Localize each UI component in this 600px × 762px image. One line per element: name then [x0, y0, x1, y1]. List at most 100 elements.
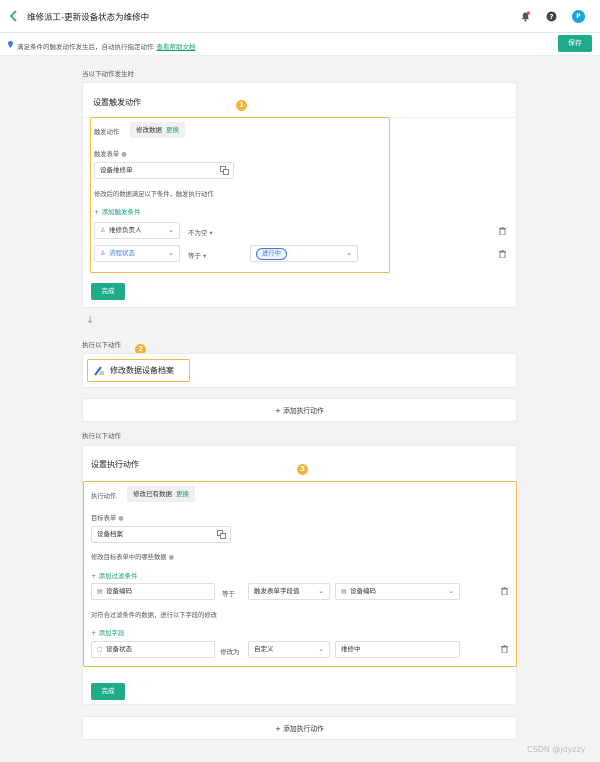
chevron-down-icon: ⌄	[346, 249, 352, 257]
assign-value: 维修中	[341, 645, 361, 653]
execute-change-link[interactable]: 更换	[176, 490, 189, 498]
trigger-form-value: 设备维修单	[100, 166, 133, 174]
person-icon: ♙	[100, 227, 106, 234]
text-field-icon: ▤	[97, 588, 103, 595]
add-execute-action-button-2[interactable]: + 添加执行动作	[82, 716, 517, 740]
condition-value-2[interactable]: 进行中 ⌄	[250, 245, 358, 262]
help-icon[interactable]: ?	[546, 11, 557, 22]
status-pill: 进行中	[256, 248, 287, 260]
which-data-label-text: 修改目标表单中的哪些数据	[91, 554, 167, 561]
execute-done-button[interactable]: 完成	[91, 683, 125, 700]
chevron-down-icon: ⌄	[168, 249, 174, 257]
trash-icon[interactable]	[501, 587, 508, 595]
assign-field-value: 设备状态	[106, 645, 132, 653]
filter-op: 等于	[222, 590, 235, 598]
save-button[interactable]: 保存	[558, 35, 592, 52]
which-data-label: 修改目标表单中的哪些数据 ●	[91, 552, 174, 561]
add-execute-action-text-1: 添加执行动作	[283, 407, 324, 415]
chevron-down-icon: ⌄	[168, 226, 174, 234]
form-picker-icon[interactable]	[217, 530, 226, 539]
execute-action-label: 执行动作	[91, 493, 117, 500]
add-trigger-condition-text: 添加触发条件	[101, 208, 141, 216]
condition-1-op-value: 不为空	[188, 229, 208, 237]
trigger-action-value: 修改数据	[136, 126, 162, 134]
filter-field-value: 设备编码	[106, 587, 132, 595]
add-field-text: 添加字段	[98, 629, 125, 637]
trash-icon[interactable]	[499, 250, 506, 258]
assign-mode-value: 自定义	[254, 645, 274, 653]
trigger-condition-desc: 修改后的数据满足以下条件，触发执行动作	[94, 191, 214, 198]
trigger-action-label: 触发动作	[94, 129, 120, 136]
info-bar: 满足条件的触发动作发生后，自动执行指定动作 查看帮助文档	[0, 33, 600, 56]
chevron-down-icon: ⌄	[448, 587, 454, 595]
condition-2-op-value: 等于	[188, 252, 201, 260]
assign-op: 修改为	[220, 648, 240, 656]
assign-value-input[interactable]: 维修中	[335, 641, 460, 658]
condition-op-1[interactable]: 不为空 ▾	[188, 227, 213, 237]
trigger-form-field[interactable]: 设备维修单	[94, 162, 234, 179]
add-execute-action-button-1[interactable]: + 添加执行动作	[82, 398, 517, 422]
trash-icon[interactable]	[501, 645, 508, 653]
help-doc-link[interactable]: 查看帮助文档	[157, 43, 196, 51]
watermark: CSDN @jdyzzy	[527, 745, 586, 754]
assign-field[interactable]: ▢ 设备状态	[91, 641, 215, 658]
filter-value-value: 设备编码	[350, 587, 376, 595]
add-filter-link[interactable]: + 添加过滤条件	[91, 570, 138, 580]
execute-highlight-box	[83, 481, 517, 667]
trigger-change-link[interactable]: 更换	[166, 126, 179, 134]
execute-section-label-1: 执行以下动作	[82, 341, 121, 349]
assign-mode-select[interactable]: 自定义 ⌄	[248, 641, 330, 658]
target-form-label-text: 目标表单	[91, 515, 117, 522]
caret-down-icon: ▾	[203, 252, 207, 260]
target-form-label: 目标表单 ●	[91, 513, 124, 522]
execute-action-value: 修改已有数据	[133, 490, 172, 498]
user-avatar[interactable]: P	[572, 10, 585, 23]
modify-desc: 对符合过滤条件的数据，进行以下字段的修改	[91, 612, 217, 619]
svg-text:?: ?	[549, 13, 553, 21]
target-form-field[interactable]: 设备档案	[91, 526, 231, 543]
info-icon: ●	[121, 151, 127, 158]
condition-field-2[interactable]: ♙ 流程状态 ⌄	[94, 245, 180, 262]
trigger-card-title: 设置触发动作	[93, 98, 141, 107]
edit-data-icon	[94, 366, 104, 376]
execute-action-item[interactable]: 修改数据设备档案	[87, 359, 190, 382]
text-field-icon: ▤	[341, 588, 347, 595]
top-bar: 维修派工-更新设备状态为维修中 ? P	[0, 0, 600, 33]
trigger-form-label-text: 触发表单	[94, 151, 120, 158]
condition-2-field-value: 流程状态	[109, 249, 135, 257]
execute-action-name: 修改数据设备档案	[110, 366, 174, 375]
page-title: 维修派工-更新设备状态为维修中	[27, 13, 150, 23]
filter-field[interactable]: ▤ 设备编码	[91, 583, 215, 600]
execute-section-label-2: 执行以下动作	[82, 432, 121, 440]
chevron-down-icon: ⌄	[318, 645, 324, 653]
add-field-link[interactable]: + 添加字段	[91, 627, 125, 637]
workflow-icon: ♙	[100, 250, 106, 257]
trigger-done-button[interactable]: 完成	[91, 283, 125, 300]
step-badge-3: 3	[297, 464, 308, 475]
target-form-value: 设备档案	[97, 530, 123, 538]
caret-down-icon: ▾	[209, 229, 213, 237]
condition-op-2[interactable]: 等于 ▾	[188, 250, 206, 260]
back-arrow-icon[interactable]	[9, 10, 19, 22]
add-filter-text: 添加过滤条件	[98, 572, 138, 580]
filter-source-value: 触发表单字段值	[254, 587, 300, 595]
filter-source-select[interactable]: 触发表单字段值 ⌄	[248, 583, 330, 600]
trigger-action-tag: 修改数据 更换	[130, 122, 185, 138]
location-pin-icon	[8, 41, 13, 48]
chevron-down-icon: ⌄	[318, 587, 324, 595]
condition-field-1[interactable]: ♙ 维修负责人 ⌄	[94, 222, 180, 239]
add-execute-action-text-2: 添加执行动作	[283, 725, 324, 733]
trigger-form-label: 触发表单 ●	[94, 149, 127, 158]
add-trigger-condition-link[interactable]: + 添加触发条件	[94, 206, 141, 216]
execute-card-title: 设置执行动作	[91, 460, 139, 469]
condition-1-field-value: 维修负责人	[109, 226, 142, 234]
form-picker-icon[interactable]	[220, 166, 229, 175]
info-text: 满足条件的触发动作发生后，自动执行指定动作 查看帮助文档	[17, 41, 196, 51]
notification-bell-icon[interactable]	[520, 11, 531, 22]
info-icon: ●	[168, 554, 175, 561]
select-field-icon: ▢	[97, 646, 103, 653]
trash-icon[interactable]	[499, 227, 506, 235]
filter-value-select[interactable]: ▤ 设备编码 ⌄	[335, 583, 460, 600]
info-icon: ●	[118, 515, 124, 522]
step-badge-1: 1	[236, 100, 247, 111]
